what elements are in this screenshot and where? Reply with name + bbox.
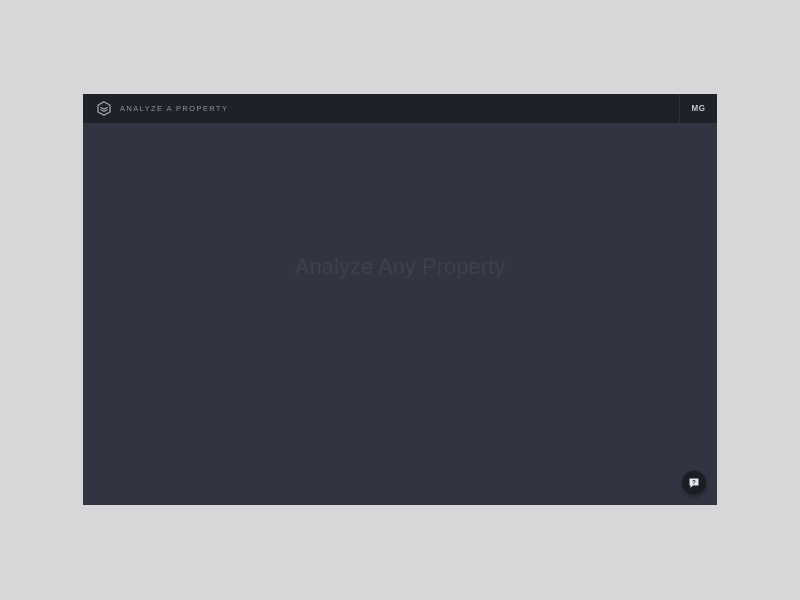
chat-help-icon: ? xyxy=(689,478,699,488)
cube-logo-icon[interactable] xyxy=(97,101,111,116)
help-chat-button[interactable]: ? xyxy=(682,471,706,495)
app-window: ANALYZE A PROPERTY MG Analyze Any Proper… xyxy=(83,94,717,505)
user-avatar-initials[interactable]: MG xyxy=(680,94,717,123)
page-heading: Analyze Any Property xyxy=(294,254,506,279)
top-bar: ANALYZE A PROPERTY MG xyxy=(83,94,717,123)
app-title: ANALYZE A PROPERTY xyxy=(120,104,229,113)
help-glyph: ? xyxy=(692,480,696,486)
